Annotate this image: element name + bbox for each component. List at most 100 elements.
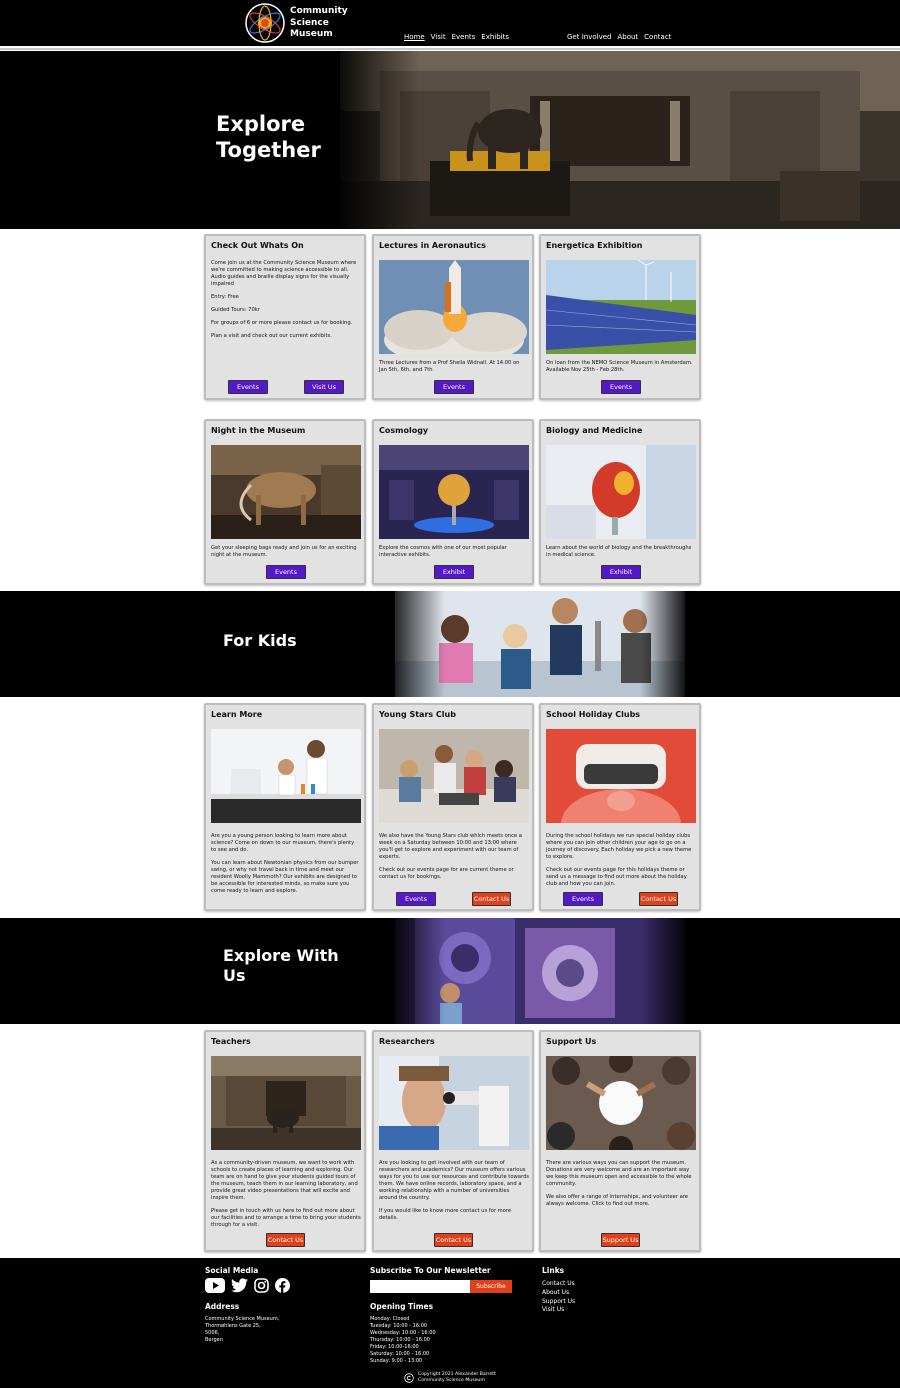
nav-get-involved-link[interactable]: Get Involved [567, 33, 611, 41]
kids-title: For Kids [223, 631, 297, 650]
visit-us-button[interactable]: Visit Us [304, 380, 344, 394]
contact-us-button[interactable]: Contact Us [639, 892, 678, 906]
hero-title: Explore Together [216, 111, 321, 164]
hero-title-line: Together [216, 138, 321, 163]
footer-contact-us-link[interactable]: Contact Us [542, 1280, 575, 1289]
card-text: We also have the Young Stars club which … [379, 833, 529, 887]
card-text: During the school holidays we run specia… [546, 833, 696, 894]
museum-hall-image [340, 51, 900, 229]
links-title: Links [542, 1266, 565, 1275]
youtube-icon[interactable] [205, 1278, 225, 1293]
explore-banner-fade [385, 918, 445, 1024]
copyright: Copyright 2021 Alexander Barrett Communi… [404, 1372, 496, 1384]
card-paragraph: During the school holidays we run specia… [546, 833, 692, 860]
logo-text: Community Science Museum [290, 6, 348, 41]
newsletter-email-input[interactable] [370, 1280, 470, 1293]
card-title: Learn More [211, 710, 263, 719]
copyright-icon [404, 1373, 414, 1383]
card-support-us: Support Us There are various ways you ca… [539, 1030, 701, 1252]
hours-line: Thursday: 10:00 - 16:00 [370, 1337, 430, 1343]
card-paragraph: You can learn about Newtonian physics fr… [211, 860, 359, 894]
secondary-nav: Get Involved About Contact [567, 33, 671, 41]
solar-panels-image [546, 260, 696, 354]
exhibit-button[interactable]: Exhibit [601, 565, 641, 579]
kids-microscope-image [211, 729, 361, 823]
card-paragraph: We also have the Young Stars club which … [379, 833, 522, 860]
card-paragraph: Three Lectures from a Prof Sheila Widnal… [379, 360, 520, 373]
card-title: Support Us [546, 1037, 597, 1046]
kids-robotics-image [379, 729, 529, 823]
card-paragraph: Entry: Free [211, 294, 239, 300]
opening-hours: Monday: Closed Tuesday: 10:00 - 16:00 We… [370, 1316, 436, 1365]
card-text: Three Lectures from a Prof Sheila Widnal… [379, 360, 529, 380]
explore-banner-fade [640, 918, 690, 1024]
events-button[interactable]: Events [601, 380, 641, 394]
card-holiday-clubs: School Holiday Clubs During the school h… [539, 703, 701, 911]
subscribe-button[interactable]: Subscribe [470, 1280, 512, 1293]
nav-exhibits-link[interactable]: Exhibits [481, 33, 509, 41]
nav-visit-link[interactable]: Visit [431, 33, 446, 41]
card-teachers: Teachers As a community-driven museum, w… [204, 1030, 366, 1252]
contact-us-button[interactable]: Contact Us [434, 1233, 473, 1247]
support-us-button[interactable]: Support Us [601, 1233, 640, 1247]
cosmos-exhibit-image [379, 445, 529, 539]
card-paragraph: Explore the cosmos with one of our most … [379, 545, 507, 558]
events-button[interactable]: Events [434, 380, 474, 394]
twitter-icon[interactable] [231, 1278, 248, 1293]
card-text: Explore the cosmos with one of our most … [379, 545, 529, 565]
hours-line: Monday: Closed [370, 1316, 410, 1322]
card-paragraph: Are you a young person looking to learn … [211, 833, 355, 853]
card-paragraph: As a community-driven museum, we want to… [211, 1160, 358, 1201]
nav-events-link[interactable]: Events [452, 33, 476, 41]
card-text: Get your sleeping bags ready and join us… [211, 545, 361, 565]
card-young-stars: Young Stars Club We also have the Young … [372, 703, 534, 911]
hero-title-line: Explore [216, 112, 306, 136]
card-whats-on: Check Out Whats On Come join us at the C… [204, 234, 366, 400]
hero-fade [330, 51, 420, 229]
main-nav: Home Visit Events Exhibits [404, 33, 509, 41]
explore-title-line: Us [223, 966, 246, 985]
nav-home-link[interactable]: Home [404, 33, 425, 41]
rocket-launch-image [379, 260, 529, 354]
events-button[interactable]: Events [396, 892, 436, 906]
card-paragraph: If you would like to know more contact u… [379, 1208, 512, 1221]
heart-model-image [546, 445, 696, 539]
address-line: Community Science Museum, [205, 1316, 280, 1322]
events-button[interactable]: Events [266, 565, 306, 579]
footer-visit-us-link[interactable]: Visit Us [542, 1306, 575, 1315]
site-footer: Social Media Address Community Science M… [0, 1258, 900, 1388]
card-title: Night in the Museum [211, 426, 306, 435]
card-text: On loan from the NEMO Science Museum in … [546, 360, 696, 380]
footer-about-us-link[interactable]: About Us [542, 1289, 575, 1298]
card-energetica: Energetica Exhibition On loan from the N… [539, 234, 701, 400]
footer-support-us-link[interactable]: Support Us [542, 1298, 575, 1307]
explore-title: Explore With Us [223, 946, 339, 986]
card-title: Lectures in Aeronautics [379, 241, 486, 250]
hero-banner: Explore Together [0, 51, 900, 229]
header-divider [0, 48, 900, 50]
logo-line: Museum [290, 29, 333, 39]
card-text: As a community-driven museum, we want to… [211, 1160, 361, 1235]
card-paragraph: Check out our events page for this holid… [546, 867, 687, 887]
events-button[interactable]: Events [228, 380, 268, 394]
nav-contact-link[interactable]: Contact [644, 33, 671, 41]
exhibit-button[interactable]: Exhibit [434, 565, 474, 579]
card-paragraph: Check out our events page for are curren… [379, 867, 514, 880]
contact-us-button[interactable]: Contact Us [266, 1233, 305, 1247]
card-text: Come join us at the Community Science Mu… [211, 260, 361, 346]
card-learn-more: Learn More Are you a young person lookin… [204, 703, 366, 911]
card-paragraph: Come join us at the Community Science Mu… [211, 260, 357, 287]
card-paragraph: We also offer a range of internships, an… [546, 1194, 689, 1207]
events-button[interactable]: Events [563, 892, 603, 906]
card-paragraph: Plan a visit and check out our current e… [211, 333, 332, 339]
card-text: Are you a young person looking to learn … [211, 833, 361, 901]
card-paragraph: On loan from the NEMO Science Museum in … [546, 360, 693, 373]
facebook-icon[interactable] [275, 1278, 290, 1293]
museum-logo-icon[interactable] [244, 2, 286, 44]
card-title: Researchers [379, 1037, 435, 1046]
instagram-icon[interactable] [254, 1278, 269, 1293]
nav-about-link[interactable]: About [617, 33, 638, 41]
address-line: Thormøhlens Gate 25, [205, 1323, 261, 1329]
contact-us-button[interactable]: Contact Us [472, 892, 511, 906]
hours-line: Saturday: 10:00 - 16:00 [370, 1351, 430, 1357]
